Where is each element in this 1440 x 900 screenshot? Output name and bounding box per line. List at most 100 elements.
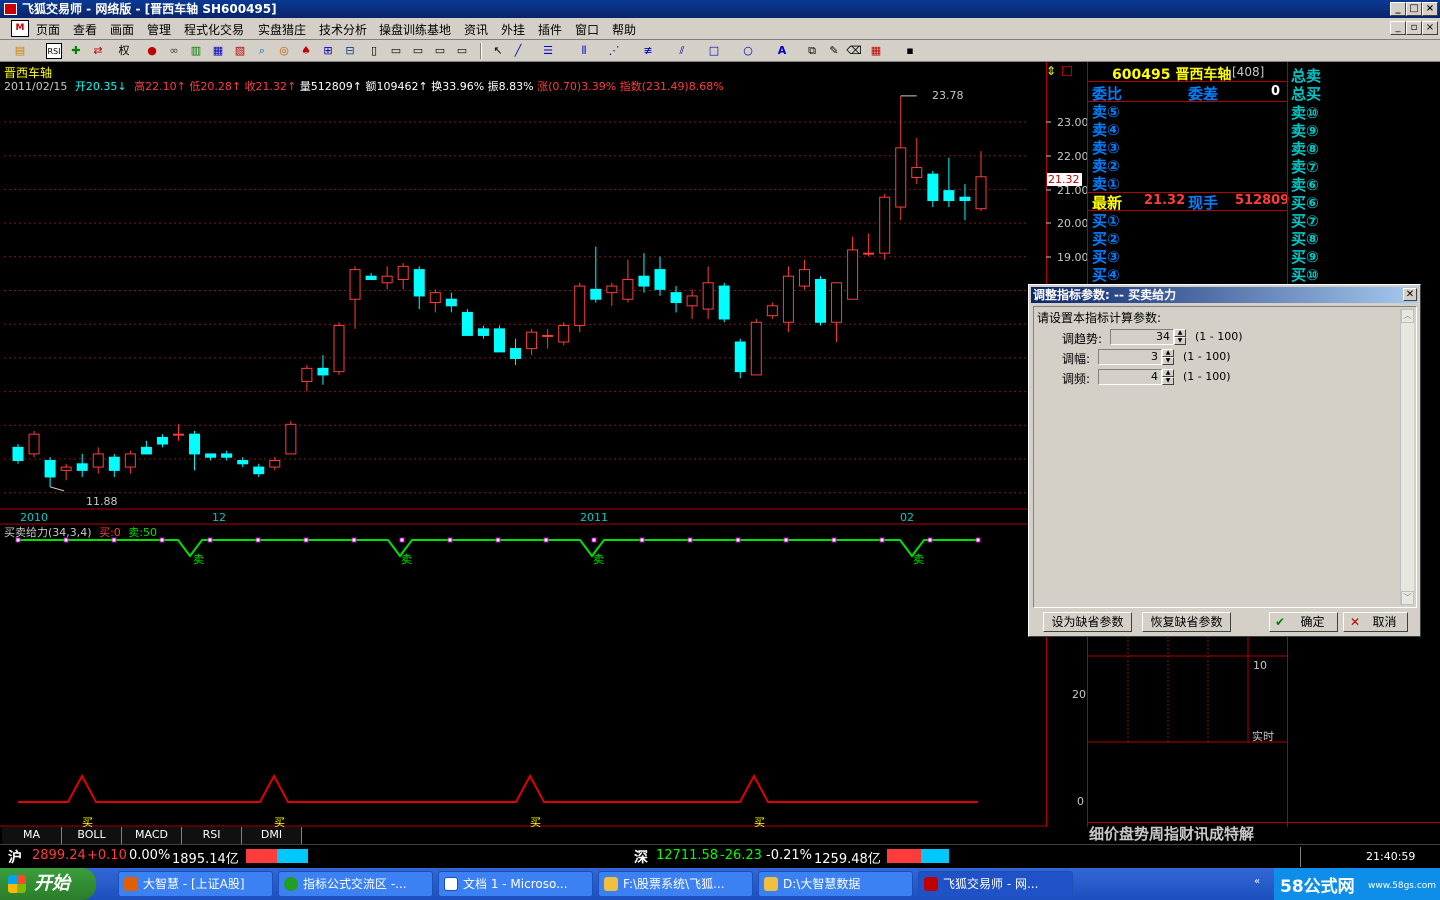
rsi-icon[interactable]: RSI (46, 43, 62, 59)
menu-window[interactable]: 窗口 (575, 21, 599, 38)
bar-chart-icon[interactable]: ▥ (188, 43, 204, 59)
channel-tool-icon[interactable]: ≢ (640, 43, 656, 59)
menu-info[interactable]: 资讯 (464, 21, 488, 38)
mdi-close-button[interactable]: × (1422, 21, 1438, 35)
window2-icon[interactable]: ▭ (410, 43, 426, 59)
stats-icon[interactable]: ● (144, 43, 160, 59)
kline-chart-area[interactable]: 晋西车轴 2011/02/15 开20.35↓ 高22.10↑ 低20.28↑ … (0, 62, 1089, 829)
x-tick: 12 (212, 511, 226, 524)
candle-body (782, 275, 794, 323)
candle-body (349, 269, 361, 300)
line-tool-icon[interactable]: ╱ (510, 43, 526, 59)
tray-url: www.58gs.com (1368, 881, 1437, 891)
rights-icon[interactable]: 权 (116, 43, 132, 59)
ok-label: 确定 (1300, 615, 1325, 629)
panel-bottom-tabs[interactable]: 细价盘势周指财讯成特解 (1089, 823, 1254, 844)
param-spinner[interactable]: ▲ ▼ (1162, 349, 1174, 365)
task-folder-f[interactable]: F:\股票系统\飞狐... (598, 871, 753, 897)
ellipse-tool-icon[interactable]: ○ (740, 43, 756, 59)
menu-page[interactable]: 页面 (36, 21, 60, 38)
tab-dmi[interactable]: DMI (242, 827, 302, 844)
open-folder-icon[interactable]: ▤ (12, 43, 28, 59)
task-dazhihui[interactable]: 大智慧 - [上证A股] (118, 871, 273, 897)
text-tool-icon[interactable]: A (774, 43, 790, 59)
cursor-icon[interactable]: ↖ (490, 43, 506, 59)
task-folder-d[interactable]: D:\大智慧数据 (758, 871, 913, 897)
task-label: 文档 1 - Microso... (463, 877, 568, 891)
indicator-marker (783, 537, 789, 543)
rect-tool-icon[interactable]: □ (706, 43, 722, 59)
candle (750, 318, 762, 376)
color-grid-icon[interactable]: ▦ (868, 43, 884, 59)
dialog-scrollbar[interactable]: ︿ ﹀ (1400, 309, 1414, 605)
fan-tool-icon[interactable]: ⋰ (606, 43, 622, 59)
param-spinner[interactable]: ▲ ▼ (1162, 369, 1174, 385)
menu-screen[interactable]: 画面 (110, 21, 134, 38)
window3-icon[interactable]: ▭ (432, 43, 448, 59)
restore-default-button[interactable]: 恢复缺省参数 (1142, 612, 1231, 632)
mdi-restore-button[interactable]: ▫ (1406, 21, 1422, 35)
cancel-button[interactable]: ✕ 取消 (1343, 612, 1408, 632)
pencil-icon[interactable]: ✎ (826, 43, 842, 59)
set-default-button[interactable]: 设为缺省参数 (1043, 612, 1132, 632)
maximize-button[interactable]: □ (1406, 2, 1422, 16)
close-button[interactable]: × (1422, 2, 1438, 16)
parallel-tool-icon[interactable]: ⫽ (674, 43, 690, 59)
tray-expand-icon[interactable]: « (1254, 876, 1260, 887)
param-input-trend[interactable]: 34 (1110, 329, 1174, 345)
candle-body (494, 328, 505, 353)
tab-ma[interactable]: MA (2, 827, 62, 844)
vline-tool-icon[interactable]: ⦀ (576, 43, 592, 59)
tab-rsi[interactable]: RSI (182, 827, 242, 844)
menu-view[interactable]: 查看 (73, 21, 97, 38)
menu-help[interactable]: 帮助 (612, 21, 636, 38)
candle (365, 272, 377, 280)
param-spinner[interactable]: ▲ ▼ (1174, 329, 1186, 345)
alarm-icon[interactable]: ♠ (298, 43, 314, 59)
task-label: D:\大智慧数据 (783, 877, 861, 891)
menu-program-trading[interactable]: 程式化交易 (184, 21, 244, 38)
app-icon (4, 3, 17, 15)
tab-macd[interactable]: MACD (122, 827, 182, 844)
sell-mark: 卖 (193, 553, 204, 566)
minimize-button[interactable]: _ (1390, 2, 1406, 16)
move-icon[interactable]: ✚ (68, 43, 84, 59)
eraser-icon[interactable]: ⌫ (846, 43, 862, 59)
param-input-amplitude[interactable]: 3 (1098, 349, 1162, 365)
menu-plugins-ext[interactable]: 外挂 (501, 21, 525, 38)
param-input-frequency[interactable]: 4 (1098, 369, 1162, 385)
tab-boll[interactable]: BOLL (62, 827, 122, 844)
mdi-minimize-button[interactable]: _ (1390, 21, 1406, 35)
menu-training[interactable]: 操盘训练基地 (379, 21, 451, 38)
book-open-icon[interactable]: ⊟ (342, 43, 358, 59)
hline-tool-icon[interactable]: ☰ (540, 43, 556, 59)
exchange-icon[interactable]: ⇄ (90, 43, 106, 59)
candle-body (76, 463, 88, 471)
dialog-close-button[interactable]: ✕ (1403, 288, 1417, 301)
menu-manage[interactable]: 管理 (147, 21, 171, 38)
candle-body (429, 292, 441, 304)
window-icon[interactable]: ▭ (388, 43, 404, 59)
indicator-marker (927, 537, 933, 543)
indicator-header[interactable]: 买卖给力(34,3,4) 买:0 卖:50 (4, 524, 157, 540)
ok-button[interactable]: ✔ 确定 (1269, 612, 1338, 632)
menu-tech-analysis[interactable]: 技术分析 (319, 21, 367, 38)
layout-icon[interactable]: ▯ (366, 43, 382, 59)
task-ie[interactable]: 指标公式交流区 -... (278, 871, 433, 897)
radar-icon[interactable]: ◎ (276, 43, 292, 59)
chart-icon[interactable]: ▦ (210, 43, 226, 59)
copy-icon[interactable]: ⧉ (804, 43, 820, 59)
menu-hunting[interactable]: 实盘猎庄 (258, 21, 306, 38)
task-feihu-active[interactable]: 飞狐交易师 - 网... (918, 871, 1073, 897)
sort-icon[interactable]: ▧ (232, 43, 248, 59)
task-word[interactable]: 文档 1 - Microso... (438, 871, 593, 897)
start-button[interactable]: 开始 (0, 868, 96, 900)
save-icon[interactable]: ▪ (902, 43, 918, 59)
window4-icon[interactable]: ▭ (454, 43, 470, 59)
fox-logo-icon[interactable]: M (11, 20, 29, 37)
glasses-icon[interactable]: ∞ (166, 43, 182, 59)
book-icon[interactable]: ⊞ (320, 43, 336, 59)
menu-plugins[interactable]: 插件 (538, 21, 562, 38)
folder-icon (604, 877, 618, 891)
search-icon[interactable]: ⌕ (254, 43, 270, 59)
